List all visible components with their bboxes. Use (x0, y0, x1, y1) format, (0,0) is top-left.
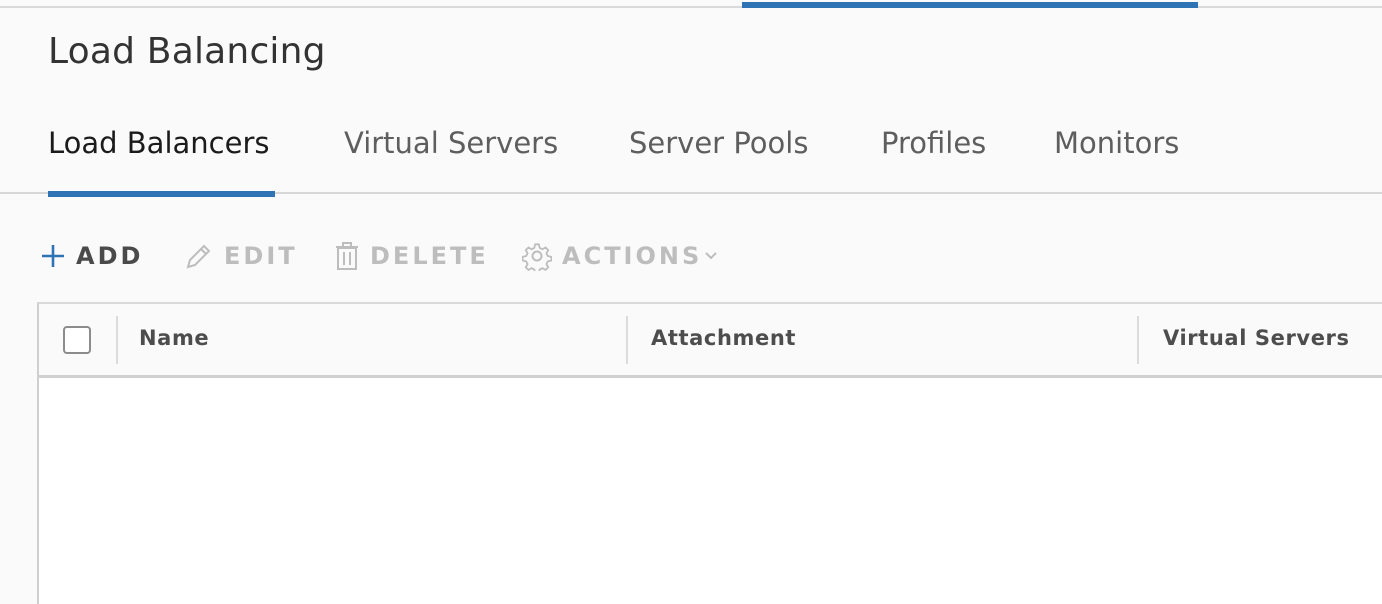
tab-server-pools[interactable]: Server Pools (629, 126, 808, 192)
load-balancers-grid: Name Attachment Virtual Servers (37, 302, 1382, 604)
delete-button[interactable]: DELETE (334, 236, 489, 276)
chevron-down-icon (705, 252, 717, 260)
grid-header: Name Attachment Virtual Servers (39, 304, 1382, 378)
gear-icon (522, 243, 552, 271)
top-nav-active-indicator (742, 2, 1198, 8)
column-header-virtual-servers[interactable]: Virtual Servers (1163, 326, 1350, 350)
add-label: ADD (76, 242, 144, 270)
pencil-icon (186, 244, 211, 269)
tab-monitors[interactable]: Monitors (1054, 126, 1179, 192)
tab-virtual-servers[interactable]: Virtual Servers (344, 126, 558, 192)
column-header-name[interactable]: Name (139, 326, 209, 350)
select-all-checkbox[interactable] (63, 326, 91, 354)
delete-label: DELETE (370, 242, 489, 270)
actions-dropdown[interactable]: ACTIONS (522, 236, 718, 276)
tab-profiles[interactable]: Profiles (881, 126, 986, 192)
tab-bar: Load Balancers Virtual Servers Server Po… (0, 120, 1382, 197)
actions-label: ACTIONS (562, 242, 703, 270)
trash-icon (336, 242, 358, 270)
column-separator[interactable] (626, 316, 628, 364)
plus-icon (42, 245, 64, 267)
edit-label: EDIT (224, 242, 298, 270)
add-button[interactable]: ADD (40, 236, 143, 276)
column-separator[interactable] (1137, 316, 1139, 364)
grid-body (39, 378, 1382, 604)
column-separator[interactable] (116, 316, 118, 364)
toolbar: ADD EDIT DELETE ACTIONS (0, 236, 800, 276)
edit-button[interactable]: EDIT (184, 236, 298, 276)
page-title: Load Balancing (48, 31, 326, 72)
tab-load-balancers[interactable]: Load Balancers (48, 126, 276, 197)
column-header-attachment[interactable]: Attachment (651, 326, 796, 350)
load-balancing-page: Load Balancing Load Balancers Virtual Se… (0, 0, 1382, 604)
